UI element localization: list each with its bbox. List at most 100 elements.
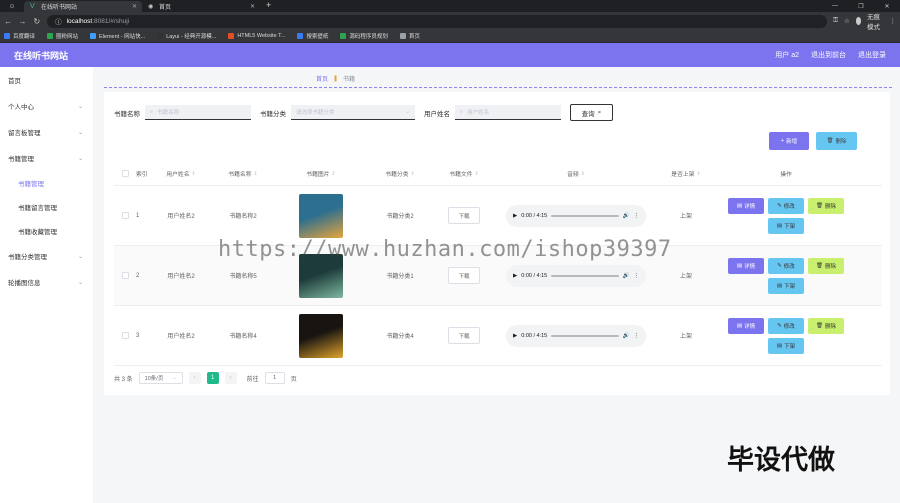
more-options-icon[interactable]: ⋮ [634, 333, 640, 339]
menu-icon[interactable]: ⋮ [890, 17, 897, 25]
row-checkbox[interactable] [121, 332, 129, 339]
delete-button[interactable]: 🗑 删除 [808, 257, 844, 274]
sidebar-subitem[interactable]: 书籍收藏管理 [0, 219, 93, 243]
more-options-icon[interactable]: ⋮ [634, 273, 640, 279]
col-book[interactable]: 书籍名称 ⇕ [212, 162, 274, 185]
unshelve-button[interactable]: ▤ 下架 [768, 277, 804, 294]
key-icon[interactable]: ⚿ [833, 17, 838, 25]
delete-button[interactable]: 🗑 删除 [808, 197, 844, 214]
sidebar-subitem[interactable]: 书籍管理 [0, 171, 93, 195]
bookmark-item[interactable]: HTML5 Website T... [228, 33, 285, 39]
book-name-input[interactable]: ⌕ 书籍名称 [145, 105, 251, 120]
category-select[interactable]: 请选择书籍分类 ⌄ [291, 105, 415, 120]
col-user[interactable]: 用户姓名 ⇕ [150, 162, 212, 185]
audio-player[interactable]: ▶ 0:00 / 4:15 🔊 ⋮ [506, 264, 646, 287]
col-shelf[interactable]: 是否上架 ⇕ [656, 162, 716, 185]
audio-player[interactable]: ▶ 0:00 / 4:15 🔊 ⋮ [506, 204, 646, 227]
row-actions: ▤ 详情 ✎ 修改 🗑 删除 ▤ 下架 [725, 317, 847, 354]
sidebar-item[interactable]: 个人中心 ⌄ [0, 93, 93, 119]
next-page-button[interactable]: › [224, 372, 237, 384]
bookmark-item[interactable]: Layui - 经典开源模... [157, 32, 216, 40]
unshelve-button[interactable]: ▤ 下架 [768, 337, 804, 354]
detail-button[interactable]: ▤ 详情 [728, 197, 764, 214]
col-audio[interactable]: 音频 ⇕ [496, 162, 656, 185]
reload-icon[interactable]: ↻ [33, 17, 41, 26]
add-button[interactable]: + 新增 [769, 132, 809, 150]
action-label: 删除 [824, 323, 836, 330]
search-icon: ⌕ [150, 108, 154, 115]
book-cover-image[interactable] [299, 193, 343, 238]
page-size-select[interactable]: 10条/页 ⌄ [138, 372, 183, 384]
play-icon[interactable]: ▶ [513, 273, 517, 279]
play-icon[interactable]: ▶ [513, 213, 517, 219]
search-icon: ⌕ [460, 108, 464, 115]
profile-label[interactable]: 无痕模式 [867, 11, 884, 31]
bookmark-item[interactable]: 首页 [399, 32, 420, 40]
col-category[interactable]: 书籍分类 ⇕ [368, 162, 432, 185]
edit-button[interactable]: ✎ 修改 [768, 197, 804, 214]
edit-button[interactable]: ✎ 修改 [768, 257, 804, 274]
query-button[interactable]: 查询 ⌕ [570, 104, 613, 121]
breadcrumb: 首页 ❚ 书籍 [316, 74, 355, 83]
back-icon[interactable]: ← [4, 17, 12, 26]
col-cover[interactable]: 书籍图片 ⇕ [274, 162, 368, 185]
audio-progress-bar[interactable] [551, 274, 619, 277]
bookmark-item[interactable]: 源码程序员规划 [340, 32, 388, 40]
row-checkbox[interactable] [121, 212, 129, 219]
delete-button[interactable]: 🗑 删除 [808, 317, 844, 334]
tab-close-icon[interactable]: ✕ [132, 3, 137, 10]
forward-icon[interactable]: → [18, 17, 27, 26]
download-file-button[interactable]: 下载 [448, 327, 480, 344]
sidebar-subitem[interactable]: 书籍留言管理 [0, 195, 93, 219]
audio-progress-bar[interactable] [551, 334, 619, 337]
bookmark-item[interactable]: 圈粉网站 [47, 32, 78, 40]
download-file-button[interactable]: 下载 [448, 207, 480, 224]
play-icon[interactable]: ▶ [513, 333, 517, 339]
book-cover-image[interactable] [299, 313, 343, 358]
add-label: 新增 [786, 139, 798, 145]
tab-search-icon[interactable]: ⊙ [0, 0, 24, 12]
volume-icon[interactable]: 🔊 [623, 213, 630, 219]
col-file[interactable]: 书籍文件 ⇕ [432, 162, 496, 185]
edit-button[interactable]: ✎ 修改 [768, 317, 804, 334]
sidebar-item[interactable]: 书籍管理 ⌄ [0, 145, 93, 171]
more-options-icon[interactable]: ⋮ [634, 213, 640, 219]
row-checkbox[interactable] [121, 272, 129, 279]
row-ops-cell: ▤ 详情 ✎ 修改 🗑 删除 ▤ 下架 [716, 186, 856, 245]
sidebar-item[interactable]: 首页 [0, 67, 93, 93]
prev-page-button[interactable]: ‹ [188, 372, 201, 384]
row-category: 书籍分类1 [386, 274, 414, 280]
download-file-button[interactable]: 下载 [448, 267, 480, 284]
audio-player[interactable]: ▶ 0:00 / 4:15 🔊 ⋮ [506, 324, 646, 347]
goto-page-input[interactable]: 1 [264, 372, 285, 384]
back-to-frontend-link[interactable]: 退出到前台 [811, 50, 846, 60]
volume-icon[interactable]: 🔊 [623, 333, 630, 339]
audio-progress-bar[interactable] [551, 214, 619, 217]
action-label: 删除 [824, 203, 836, 210]
logout-link[interactable]: 退出登录 [858, 50, 886, 60]
bookmark-item[interactable]: 搜索壁纸 [297, 32, 328, 40]
batch-delete-button[interactable]: 🗑 删除 [816, 132, 857, 150]
browser-tab-active[interactable]: V 在线听书网站 ✕ [24, 1, 142, 12]
address-bar[interactable]: ⓘ localhost:8081/#/shuji [47, 14, 828, 28]
browser-tab[interactable]: ◉ 首页 ✕ [142, 1, 260, 12]
user-name-input[interactable]: ⌕ 用户姓名 [455, 105, 561, 120]
select-all-checkbox[interactable] [121, 170, 129, 177]
new-tab-button[interactable]: + [260, 0, 277, 12]
page-number-current[interactable]: 1 [206, 372, 219, 384]
col-shelf-label: 是否上架 [671, 172, 695, 178]
breadcrumb-home[interactable]: 首页 [316, 74, 328, 83]
detail-button[interactable]: ▤ 详情 [728, 317, 764, 334]
trash-icon: 🗑 [826, 138, 834, 144]
volume-icon[interactable]: 🔊 [623, 273, 630, 279]
bookmark-item[interactable]: 百度翻译 [4, 32, 35, 40]
sidebar-item[interactable]: 留言板管理 ⌄ [0, 119, 93, 145]
bookmark-label: HTML5 Website T... [237, 33, 286, 39]
sidebar-item[interactable]: 轮播图信息 ⌄ [0, 269, 93, 295]
sidebar-item[interactable]: 书籍分类管理 ⌄ [0, 243, 93, 269]
tab-close-icon[interactable]: ✕ [250, 3, 255, 10]
unshelve-button[interactable]: ▤ 下架 [768, 217, 804, 234]
star-icon[interactable]: ☆ [844, 17, 850, 25]
bookmark-item[interactable]: Element - 网站快... [90, 32, 145, 40]
detail-button[interactable]: ▤ 详情 [728, 257, 764, 274]
